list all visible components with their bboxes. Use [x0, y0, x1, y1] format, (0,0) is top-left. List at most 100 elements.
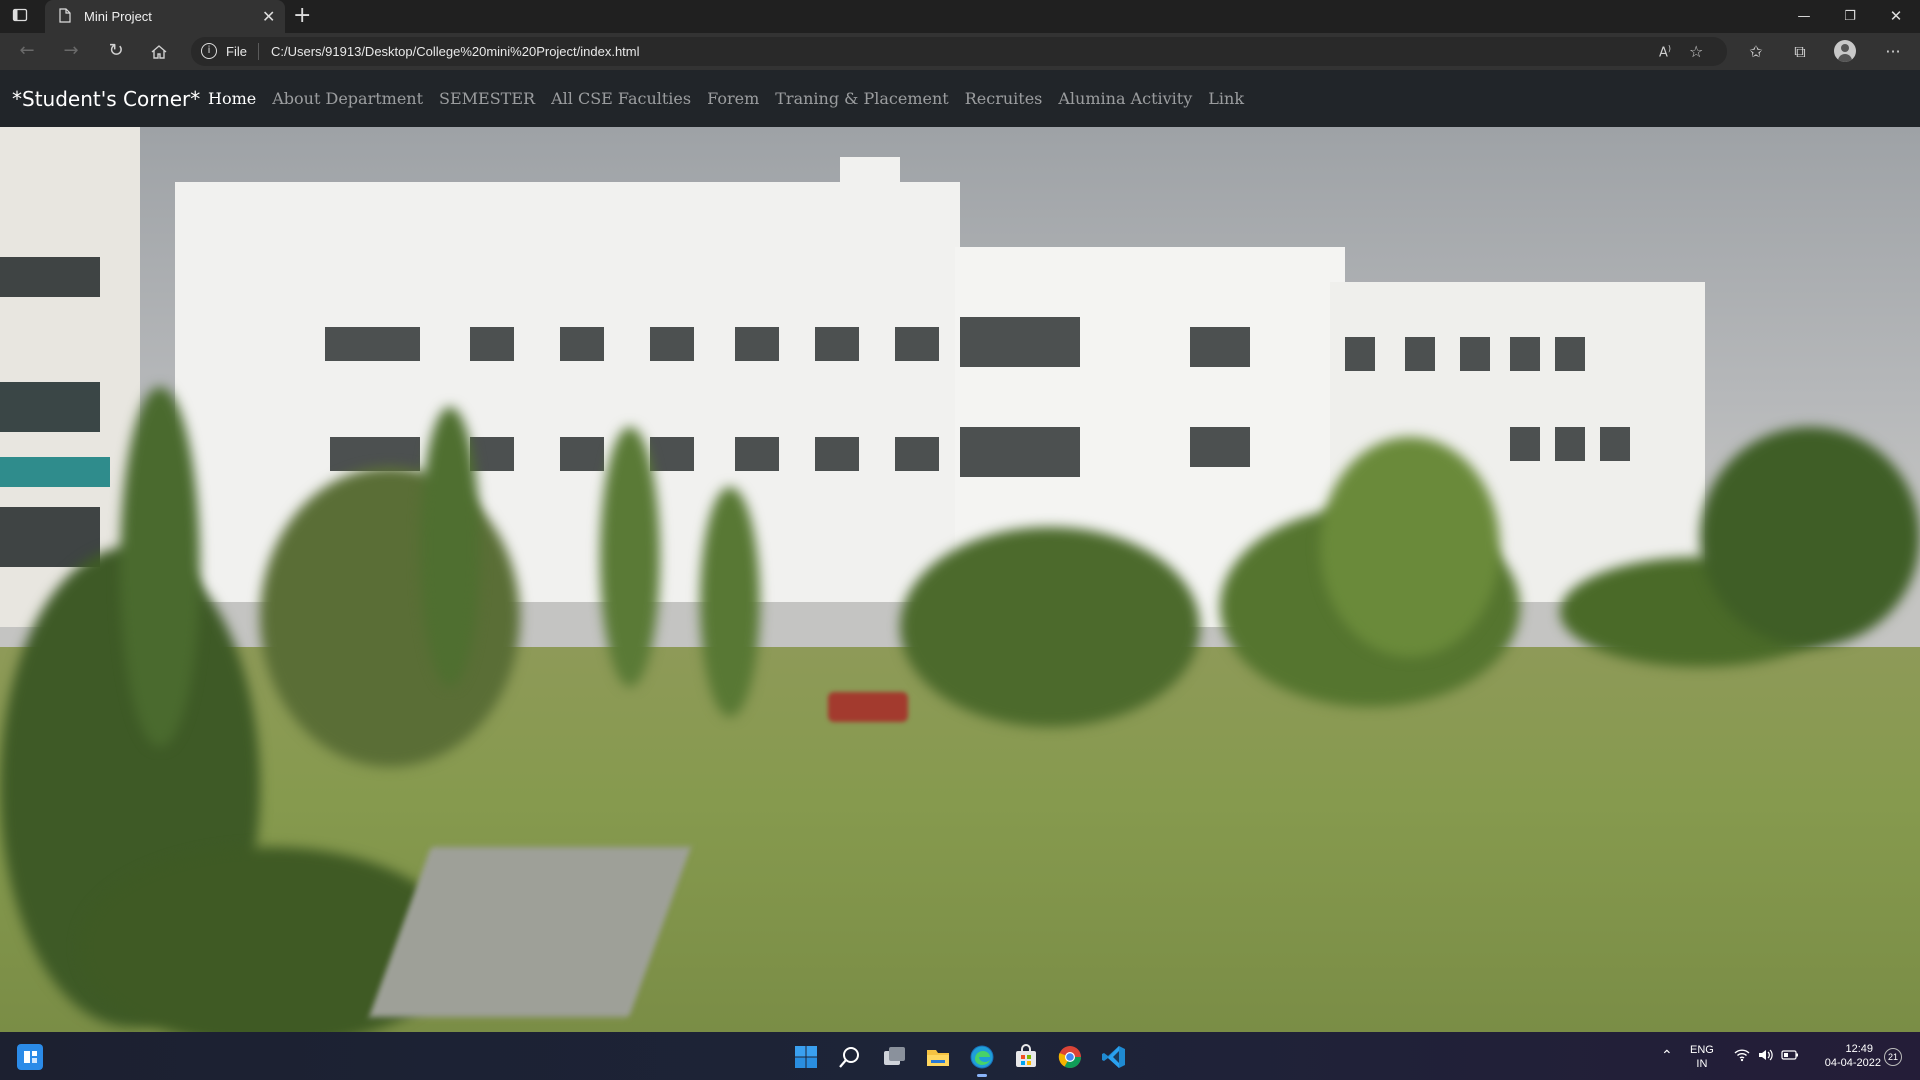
wifi-icon[interactable]: [1734, 1048, 1750, 1066]
start-icon[interactable]: [793, 1044, 819, 1070]
hero-window: [1345, 337, 1375, 371]
hero-window: [735, 437, 779, 471]
hero-tower: [840, 157, 900, 237]
hero-window: [0, 457, 110, 487]
clock-time: 12:49: [1845, 1043, 1873, 1055]
more-icon[interactable]: ···: [1881, 40, 1905, 64]
hero-window: [1600, 427, 1630, 461]
hero-tree: [700, 487, 760, 717]
hero-window: [895, 327, 939, 361]
nav-semester[interactable]: SEMESTER: [431, 89, 543, 108]
back-icon[interactable]: ←: [15, 40, 39, 64]
store-icon[interactable]: [1013, 1044, 1039, 1070]
close-window-icon[interactable]: ✕: [1873, 0, 1919, 33]
site-navbar: *Student's Corner* Home About Department…: [0, 70, 1920, 127]
chrome-icon[interactable]: [1057, 1044, 1083, 1070]
new-tab-button[interactable]: +: [293, 3, 311, 28]
language-indicator[interactable]: ENG IN: [1690, 1043, 1714, 1071]
refresh-icon[interactable]: ↻: [104, 40, 128, 64]
nav-training-placement[interactable]: Traning & Placement: [767, 89, 956, 108]
clock-date: 04-04-2022: [1824, 1057, 1881, 1069]
hero-window: [1555, 427, 1585, 461]
widgets-icon[interactable]: [17, 1044, 43, 1070]
hero-tree: [120, 387, 200, 747]
hero-window: [470, 437, 514, 471]
nav-alumina-activity[interactable]: Alumina Activity: [1050, 89, 1200, 108]
collections-icon[interactable]: ⧉: [1788, 40, 1812, 64]
hero-tree: [600, 427, 660, 687]
hero-window: [1510, 427, 1540, 461]
show-hidden-icons[interactable]: ⌃: [1661, 1048, 1673, 1062]
volume-icon[interactable]: [1757, 1048, 1773, 1066]
tab-close-icon[interactable]: ✕: [262, 7, 275, 27]
nav-about-department[interactable]: About Department: [264, 89, 431, 108]
browser-toolbar: ← → ↻ i File C:/Users/91913/Desktop/Coll…: [0, 33, 1920, 70]
home-icon[interactable]: [147, 40, 171, 64]
hero-window: [650, 327, 694, 361]
hero-window: [1190, 327, 1250, 367]
tab-actions-icon[interactable]: [12, 7, 34, 27]
minimize-icon[interactable]: —: [1781, 0, 1827, 33]
hero-window: [1555, 337, 1585, 371]
language-code: ENG: [1690, 1044, 1714, 1056]
profile-icon[interactable]: [1834, 40, 1856, 62]
vscode-icon[interactable]: [1101, 1044, 1127, 1070]
hero-red-car: [828, 692, 908, 722]
task-view-icon[interactable]: [881, 1044, 907, 1070]
nav-home[interactable]: Home: [200, 89, 264, 108]
nav-forem[interactable]: Forem: [699, 89, 767, 108]
hero-window: [960, 427, 1080, 477]
notification-badge[interactable]: 21: [1884, 1048, 1902, 1066]
region-code: IN: [1696, 1058, 1708, 1070]
nav-recruites[interactable]: Recruites: [957, 89, 1051, 108]
favorites-icon[interactable]: ✩: [1744, 40, 1768, 64]
edge-icon[interactable]: [969, 1044, 995, 1070]
hero-tree: [260, 467, 520, 767]
hero-tree: [420, 407, 480, 687]
nav-links: Home About Department SEMESTER All CSE F…: [200, 89, 1252, 108]
hero-window: [815, 437, 859, 471]
file-explorer-icon[interactable]: [925, 1044, 951, 1070]
favorite-add-icon[interactable]: ☆: [1689, 42, 1703, 61]
hero-window: [1405, 337, 1435, 371]
nav-link[interactable]: Link: [1200, 89, 1252, 108]
clock[interactable]: 12:49 04-04-2022: [1811, 1042, 1881, 1070]
info-icon[interactable]: i: [201, 43, 217, 59]
hero-tree: [900, 527, 1200, 727]
hero-window: [325, 327, 420, 361]
hero-window: [0, 257, 100, 297]
hero-window: [735, 327, 779, 361]
address-bar[interactable]: i File C:/Users/91913/Desktop/College%20…: [191, 37, 1727, 66]
hero-window: [1510, 337, 1540, 371]
restore-icon[interactable]: ❐: [1827, 0, 1873, 33]
hero-window: [0, 382, 100, 432]
hero-window: [330, 437, 420, 471]
active-app-indicator: [977, 1074, 987, 1077]
browser-titlebar: Mini Project ✕ + — ❐ ✕: [0, 0, 1920, 33]
hero-window: [1460, 337, 1490, 371]
hero-campus-image: [0, 127, 1920, 1032]
hero-window: [560, 437, 604, 471]
hero-window: [960, 317, 1080, 367]
search-icon[interactable]: [837, 1044, 863, 1070]
browser-tab[interactable]: Mini Project ✕: [45, 0, 285, 33]
hero-window: [895, 437, 939, 471]
battery-icon[interactable]: [1781, 1049, 1799, 1065]
site-brand[interactable]: *Student's Corner*: [12, 87, 200, 111]
hero-tree: [1700, 427, 1920, 647]
nav-all-cse-faculties[interactable]: All CSE Faculties: [543, 89, 699, 108]
scheme-label: File: [226, 44, 247, 59]
hero-window: [1190, 427, 1250, 467]
hero-window: [560, 327, 604, 361]
hero-tree: [1320, 437, 1500, 657]
page-viewport: *Student's Corner* Home About Department…: [0, 70, 1920, 1032]
url-text[interactable]: C:/Users/91913/Desktop/College%20mini%20…: [271, 44, 640, 59]
tab-title: Mini Project: [84, 9, 152, 24]
address-separator: [258, 43, 259, 60]
read-aloud-icon[interactable]: A): [1659, 44, 1671, 60]
hero-window: [650, 437, 694, 471]
windows-taskbar: [0, 1032, 1920, 1080]
forward-icon[interactable]: →: [59, 40, 83, 64]
hero-window: [470, 327, 514, 361]
hero-window: [815, 327, 859, 361]
